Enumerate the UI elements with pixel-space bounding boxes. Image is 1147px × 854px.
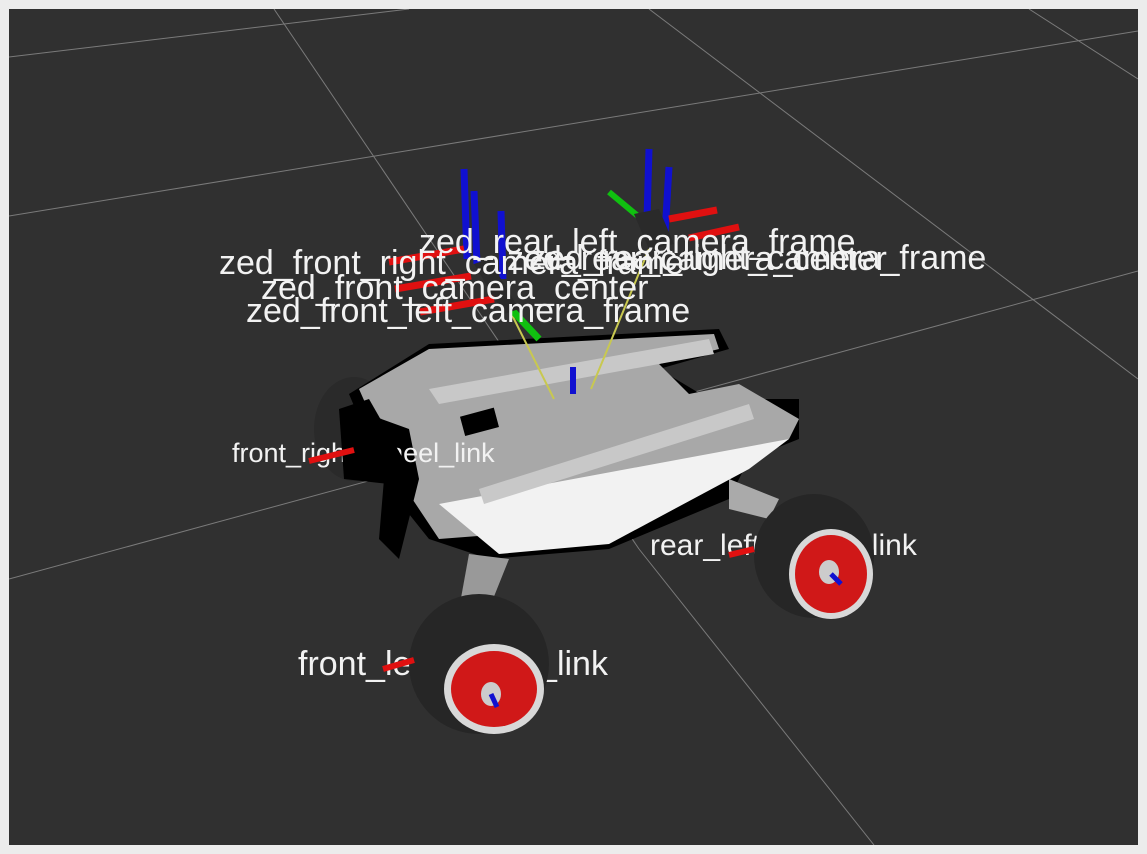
front-left-wheel xyxy=(382,594,549,734)
scene: zed_rear_left_camera_frame zed_rear_came… xyxy=(9,9,1138,845)
label-zed-front-left-camera-frame: zed_front_left_camera_frame xyxy=(246,292,690,330)
rviz-3d-view[interactable]: zed_rear_left_camera_frame zed_rear_came… xyxy=(9,9,1138,845)
